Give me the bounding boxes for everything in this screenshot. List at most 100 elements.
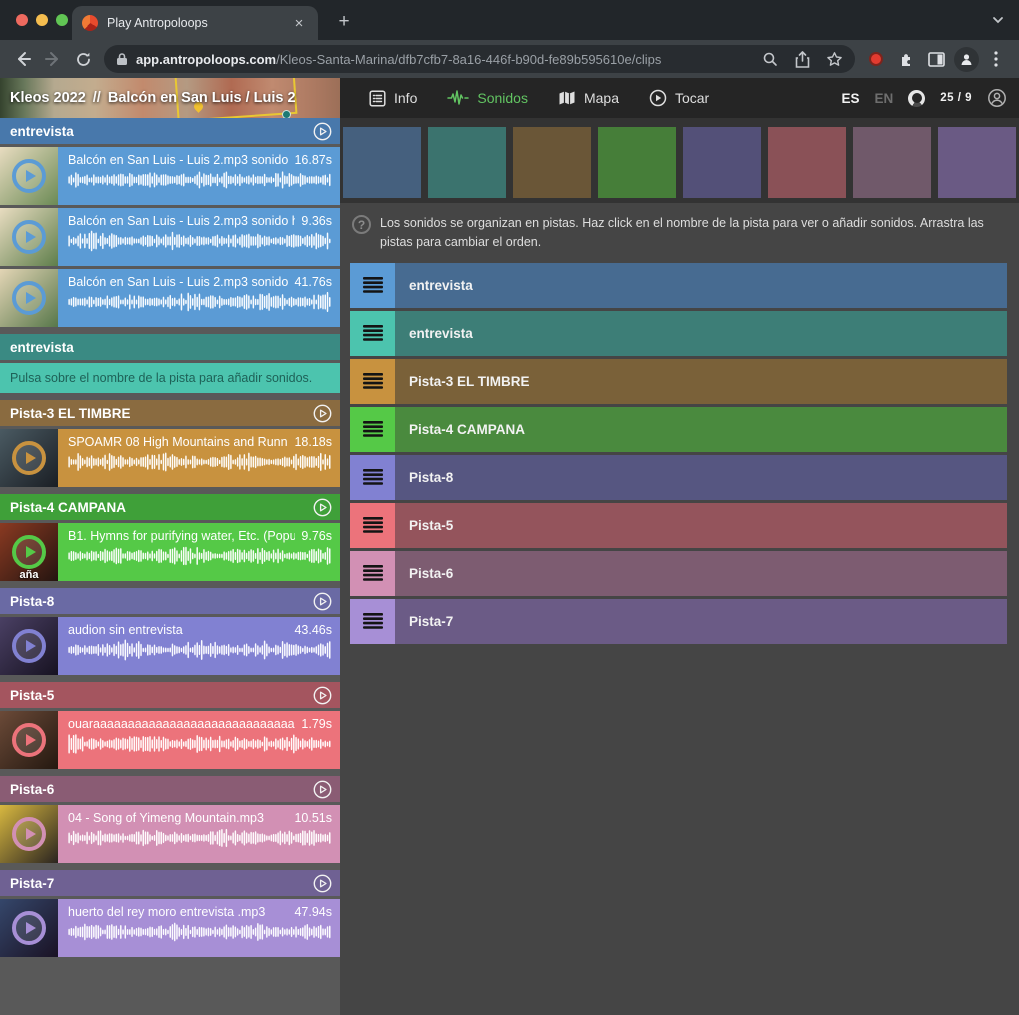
- clip-waveform[interactable]: [68, 169, 332, 191]
- track-play-button[interactable]: [313, 686, 332, 705]
- clip-play-icon[interactable]: [12, 159, 46, 193]
- share-icon[interactable]: [795, 51, 810, 68]
- sidebar-track-name[interactable]: entrevista: [10, 124, 313, 139]
- back-icon[interactable]: [8, 44, 38, 74]
- bookmark-star-icon[interactable]: [826, 51, 843, 68]
- sidebar-track-header[interactable]: Pista-6: [0, 776, 340, 802]
- clip-thumbnail[interactable]: [0, 805, 58, 863]
- reload-icon[interactable]: [68, 44, 98, 74]
- clip-play-icon[interactable]: [12, 723, 46, 757]
- clip-play-icon[interactable]: [12, 817, 46, 851]
- sidebar-track-header[interactable]: Pista-3 EL TIMBRE: [0, 400, 340, 426]
- address-bar[interactable]: app.antropoloops.com/Kleos-Santa-Marina/…: [104, 45, 855, 73]
- tab-tocar[interactable]: Tocar: [634, 78, 724, 118]
- minimize-window-button[interactable]: [36, 14, 48, 26]
- clip-waveform[interactable]: [68, 451, 332, 473]
- clip-waveform[interactable]: [68, 827, 332, 849]
- browser-tab[interactable]: Play Antropoloops ×: [72, 6, 318, 40]
- track-row[interactable]: Pista-7: [350, 599, 1007, 644]
- track-row[interactable]: entrevista: [350, 311, 1007, 356]
- sidebar-track-header[interactable]: Pista-7: [0, 870, 340, 896]
- lang-es-button[interactable]: ES: [841, 91, 859, 106]
- side-panel-icon[interactable]: [921, 44, 951, 74]
- sidebar-clip[interactable]: ouaraaaaaaaaaaaaaaaaaaaaaaaaaaaaaaaaaaaa…: [0, 711, 340, 769]
- sidebar-track-name[interactable]: Pista-6: [10, 782, 313, 797]
- track-row-body[interactable]: Pista-4 CAMPANA: [395, 407, 1007, 452]
- track-play-button[interactable]: [313, 498, 332, 517]
- breadcrumb-project[interactable]: Kleos 2022: [10, 90, 86, 106]
- lang-en-button[interactable]: EN: [874, 91, 893, 106]
- track-play-button[interactable]: [313, 780, 332, 799]
- account-icon[interactable]: [987, 88, 1007, 108]
- clip-waveform[interactable]: [68, 291, 332, 313]
- track-drag-handle[interactable]: [350, 551, 395, 596]
- sidebar-clip[interactable]: 04 - Song of Yimeng Mountain.mp3 10.51s: [0, 805, 340, 863]
- sidebar-clip[interactable]: SPOAMR 08 High Mountains and Running ...…: [0, 429, 340, 487]
- sidebar-clip[interactable]: Balcón en San Luis - Luis 2.mp3 sonido h…: [0, 269, 340, 327]
- clip-thumbnail[interactable]: [0, 617, 58, 675]
- close-window-button[interactable]: [16, 14, 28, 26]
- clip-play-icon[interactable]: [12, 911, 46, 945]
- sidebar-track-header[interactable]: entrevista: [0, 118, 340, 144]
- track-row-body[interactable]: entrevista: [395, 311, 1007, 356]
- track-row-body[interactable]: entrevista: [395, 263, 1007, 308]
- clip-waveform[interactable]: [68, 230, 332, 252]
- track-row[interactable]: entrevista: [350, 263, 1007, 308]
- clip-thumbnail[interactable]: [0, 269, 58, 327]
- sidebar-track-name[interactable]: Pista-3 EL TIMBRE: [10, 406, 313, 421]
- clip-play-icon[interactable]: [12, 629, 46, 663]
- clip-waveform[interactable]: [68, 733, 332, 755]
- clip-thumbnail[interactable]: [0, 899, 58, 957]
- track-row[interactable]: Pista-6: [350, 551, 1007, 596]
- track-play-button[interactable]: [313, 122, 332, 141]
- track-play-button[interactable]: [313, 404, 332, 423]
- track-play-button[interactable]: [313, 874, 332, 893]
- browser-profile-avatar[interactable]: [951, 44, 981, 74]
- sidebar-track-name[interactable]: Pista-8: [10, 594, 313, 609]
- extensions-puzzle-icon[interactable]: [891, 44, 921, 74]
- forward-icon[interactable]: [38, 44, 68, 74]
- tab-sonidos[interactable]: Sonidos: [432, 78, 543, 118]
- track-row-body[interactable]: Pista-3 EL TIMBRE: [395, 359, 1007, 404]
- track-row[interactable]: Pista-4 CAMPANA: [350, 407, 1007, 452]
- tab-info[interactable]: Info: [354, 78, 432, 118]
- close-tab-icon[interactable]: ×: [290, 15, 308, 32]
- clip-play-icon[interactable]: [12, 220, 46, 254]
- record-extension-icon[interactable]: [861, 44, 891, 74]
- track-row[interactable]: Pista-3 EL TIMBRE: [350, 359, 1007, 404]
- new-tab-button[interactable]: +: [330, 8, 358, 36]
- clip-waveform[interactable]: [68, 545, 332, 567]
- track-row[interactable]: Pista-5: [350, 503, 1007, 548]
- track-play-button[interactable]: [313, 592, 332, 611]
- clip-thumbnail[interactable]: [0, 711, 58, 769]
- track-row-body[interactable]: Pista-5: [395, 503, 1007, 548]
- clip-waveform[interactable]: [68, 639, 332, 661]
- track-drag-handle[interactable]: [350, 455, 395, 500]
- track-drag-handle[interactable]: [350, 311, 395, 356]
- sidebar-clip[interactable]: audion sin entrevista 43.46s: [0, 617, 340, 675]
- sidebar-clip[interactable]: Balcón en San Luis - Luis 2.mp3 sonido h…: [0, 147, 340, 205]
- maximize-window-button[interactable]: [56, 14, 68, 26]
- track-row-body[interactable]: Pista-6: [395, 551, 1007, 596]
- tab-search-chevron-icon[interactable]: [991, 13, 1005, 32]
- clip-play-icon[interactable]: [12, 535, 46, 569]
- clip-play-icon[interactable]: [12, 441, 46, 475]
- track-row-body[interactable]: Pista-7: [395, 599, 1007, 644]
- sidebar-track-name[interactable]: entrevista: [10, 340, 332, 355]
- sidebar-track-header[interactable]: Pista-8: [0, 588, 340, 614]
- sidebar-track-header[interactable]: Pista-5: [0, 682, 340, 708]
- sidebar-clip[interactable]: aña B1. Hymns for purifying water, Etc. …: [0, 523, 340, 581]
- sidebar-track-name[interactable]: Pista-7: [10, 876, 313, 891]
- sidebar-clip[interactable]: huerto del rey moro entrevista .mp3 47.9…: [0, 899, 340, 957]
- clip-thumbnail[interactable]: [0, 147, 58, 205]
- clip-waveform[interactable]: [68, 921, 332, 943]
- sidebar-clip[interactable]: Balcón en San Luis - Luis 2.mp3 sonido h…: [0, 208, 340, 266]
- clip-play-icon[interactable]: [12, 281, 46, 315]
- track-drag-handle[interactable]: [350, 407, 395, 452]
- clip-thumbnail[interactable]: [0, 429, 58, 487]
- browser-menu-kebab-icon[interactable]: [981, 44, 1011, 74]
- sidebar-track-header[interactable]: entrevista: [0, 334, 340, 360]
- clip-thumbnail[interactable]: [0, 208, 58, 266]
- tab-mapa[interactable]: Mapa: [543, 78, 634, 118]
- clip-thumbnail[interactable]: aña: [0, 523, 58, 581]
